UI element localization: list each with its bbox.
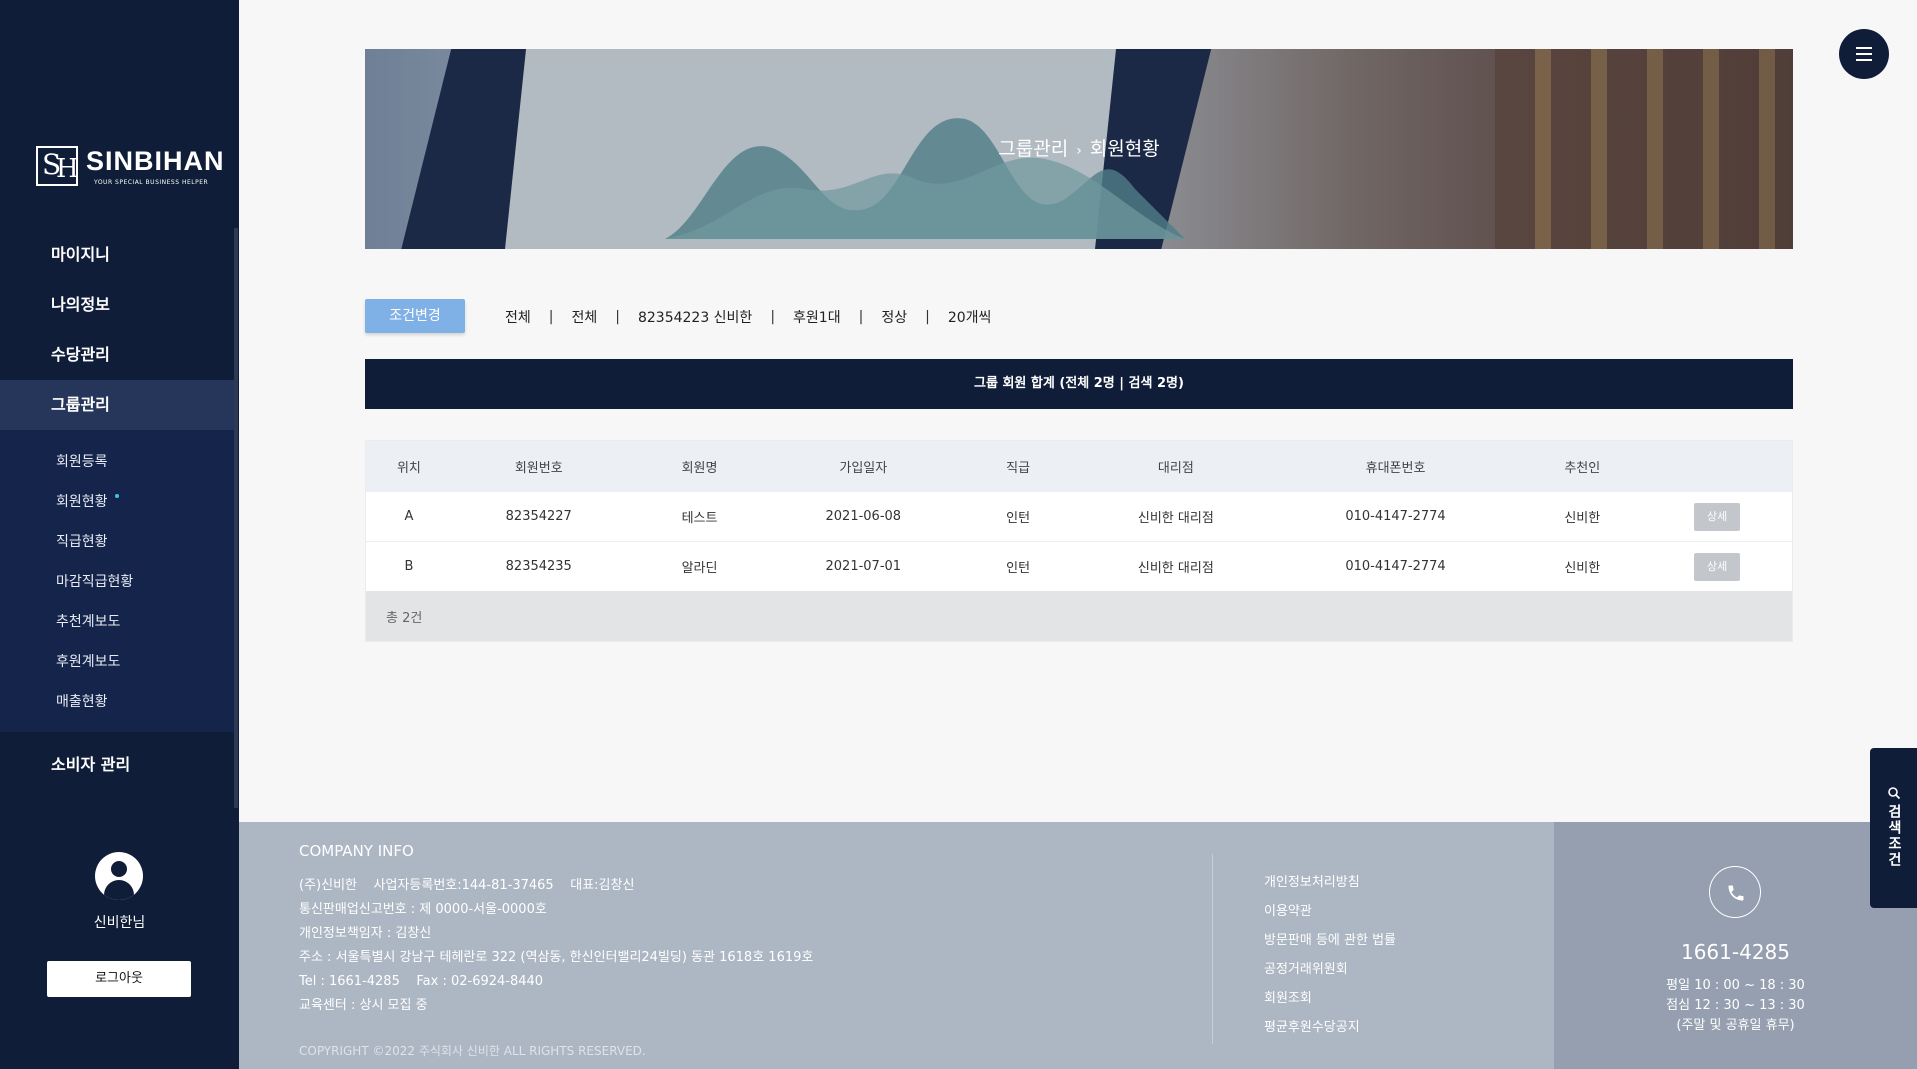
subnav-member-status-label: 회원현황 — [56, 494, 108, 510]
breadcrumb: 그룹관리 › 회원현황 — [365, 49, 1793, 249]
page-banner: 그룹관리 › 회원현황 — [365, 49, 1793, 249]
table-header: 위치 회원번호 회원명 가입일자 직급 대리점 휴대폰번호 추천인 — [366, 441, 1792, 491]
filter-value: 전체 — [571, 310, 598, 326]
column-header: 직급 — [1006, 460, 1031, 476]
group-summary-bar: 그룹 회원 합계 (전체 2명 | 검색 2명) — [365, 359, 1793, 409]
table-cell: 인턴 — [1006, 561, 1031, 576]
footer-link-door-to-door-law[interactable]: 방문판매 등에 관한 법률 — [1264, 926, 1396, 955]
column-header: 휴대폰번호 — [1365, 460, 1426, 476]
column-header: 위치 — [396, 460, 421, 476]
company-info-line: Tel : 1661-4285 Fax : 02-6924-8440 — [299, 974, 544, 989]
brand-tagline: YOUR SPECIAL BUSINESS HELPER — [94, 179, 209, 186]
filter-value: 후원1대 — [793, 310, 841, 326]
table-cell: B — [404, 559, 414, 574]
footer: COMPANY INFO (주)신비한 사업자등록번호:144-81-37465… — [239, 822, 1554, 1069]
sidebar-nav: 마이지니 나의정보 수당관리 그룹관리 회원등록 회원현황 직급현황 마감직급현… — [0, 230, 234, 790]
search-condition-tab[interactable]: 검색조건 — [1870, 748, 1917, 908]
footer-link-terms[interactable]: 이용약관 — [1264, 897, 1396, 926]
subnav-sales-status[interactable]: 매출현황 — [0, 682, 234, 722]
table-cell: 2021-07-01 — [825, 559, 902, 574]
breadcrumb-page: 회원현황 — [1089, 138, 1160, 160]
subnav-member-status[interactable]: 회원현황 — [0, 482, 234, 522]
table-cell: 010-4147-2774 — [1345, 559, 1446, 574]
company-info-line: 교육센터 : 상시 모집 중 — [299, 998, 428, 1013]
sidebar-item-consumer[interactable]: 소비자 관리 — [0, 740, 234, 790]
sidebar-item-group[interactable]: 그룹관리 — [0, 380, 234, 430]
filter-summary: 전체 | 전체 | 82354223 신비한 | 후원1대 | 정상 | 20개씩 — [505, 309, 992, 326]
contact-phone-number: 1661-4285 — [1680, 940, 1790, 964]
user-avatar-icon[interactable] — [95, 852, 143, 900]
contact-hours-line: (주말 및 공휴일 휴무) — [1676, 1018, 1795, 1033]
sidebar-subnav: 회원등록 회원현황 직급현황 마감직급현황 추천계보도 후원계보도 매출현황 — [0, 430, 234, 732]
column-header: 회원번호 — [514, 460, 563, 476]
subnav-member-register[interactable]: 회원등록 — [0, 442, 234, 482]
logo-mark-icon: SH — [36, 146, 79, 186]
subnav-rank-status[interactable]: 직급현황 — [0, 522, 234, 562]
brand-name: SINBIHAN — [86, 146, 225, 176]
table-cell: 신비한 — [1564, 561, 1601, 576]
brand-logo[interactable]: SH SINBIHAN YOUR SPECIAL BUSINESS HELPER — [36, 146, 225, 186]
company-info-line: 주소 : 서울특별시 강남구 테헤란로 322 (역삼동, 한신인터밸리24빌딩… — [299, 950, 814, 965]
sidebar-scrollbar[interactable] — [234, 228, 238, 808]
copyright: COPYRIGHT ©2022 주식회사 신비한 ALL RIGHTS RESE… — [299, 1044, 646, 1058]
table-row: A 82354227 테스트 2021-06-08 인턴 신비한 대리점 010… — [366, 491, 1792, 541]
filter-value: 전체 — [505, 310, 531, 326]
hamburger-menu-icon[interactable] — [1839, 29, 1889, 79]
table-cell: A — [404, 509, 414, 524]
table-cell: 신비한 대리점 — [1137, 561, 1214, 576]
filter-value: 정상 — [881, 310, 908, 326]
column-header: 추천인 — [1564, 460, 1601, 476]
footer-link-member-lookup[interactable]: 회원조회 — [1264, 984, 1396, 1013]
search-icon — [1888, 787, 1901, 800]
table-cell: 010-4147-2774 — [1345, 509, 1446, 524]
contact-hours-line: 평일 10 : 00 ~ 18 : 30 — [1666, 978, 1805, 993]
filter-value: 20개씩 — [947, 310, 992, 326]
table-cell: 2021-06-08 — [825, 509, 902, 524]
contact-hours-line: 점심 12 : 30 ~ 13 : 30 — [1666, 998, 1805, 1013]
table-cell: 테스트 — [681, 511, 718, 526]
active-dot-icon — [115, 494, 119, 498]
footer-link-allowance-notice[interactable]: 평균후원수당공지 — [1264, 1013, 1396, 1042]
change-condition-button[interactable]: 조건변경 — [365, 299, 465, 333]
company-info-line: 개인정보책임자 : 김창신 — [299, 926, 432, 941]
phone-icon — [1709, 866, 1761, 918]
table-cell: 신비한 — [1564, 511, 1601, 526]
subnav-referral-tree[interactable]: 추천계보도 — [0, 602, 234, 642]
footer-title: COMPANY INFO — [299, 842, 414, 860]
sidebar-item-my-info[interactable]: 나의정보 — [0, 280, 234, 330]
company-info-line: (주)신비한 사업자등록번호:144-81-37465 대표:김창신 — [299, 878, 635, 893]
footer-link-ftc[interactable]: 공정거래위원회 — [1264, 955, 1396, 984]
table-cell: 신비한 대리점 — [1137, 511, 1214, 526]
table-cell: 인턴 — [1006, 511, 1031, 526]
footer-divider — [1212, 854, 1213, 1044]
sidebar-item-myjini[interactable]: 마이지니 — [0, 230, 234, 280]
footer-links: 개인정보처리방침 이용약관 방문판매 등에 관한 법률 공정거래위원회 회원조회… — [1264, 868, 1396, 1042]
table-cell: 82354235 — [505, 559, 572, 574]
contact-hours: 평일 10 : 00 ~ 18 : 30 점심 12 : 30 ~ 13 : 3… — [1554, 976, 1917, 1036]
breadcrumb-section[interactable]: 그룹관리 — [998, 138, 1068, 160]
column-header: 대리점 — [1157, 460, 1194, 476]
column-header: 가입일자 — [839, 460, 888, 476]
logout-button[interactable]: 로그아웃 — [47, 961, 191, 997]
table-row: B 82354235 알라딘 2021-07-01 인턴 신비한 대리점 010… — [366, 541, 1792, 591]
detail-button[interactable]: 상세 — [1694, 502, 1741, 531]
company-info-line: 통신판매업신고번호 : 제 0000-서울-0000호 — [299, 902, 547, 917]
member-table: 위치 회원번호 회원명 가입일자 직급 대리점 휴대폰번호 추천인 A 8235… — [365, 440, 1793, 642]
footer-link-privacy[interactable]: 개인정보처리방침 — [1264, 868, 1396, 897]
table-total: 총 2건 — [366, 591, 1792, 641]
contact-panel: 1661-4285 평일 10 : 00 ~ 18 : 30 점심 12 : 3… — [1554, 822, 1917, 1069]
subnav-sponsor-tree[interactable]: 후원계보도 — [0, 642, 234, 682]
sidebar: SH SINBIHAN YOUR SPECIAL BUSINESS HELPER… — [0, 0, 239, 1069]
detail-button[interactable]: 상세 — [1694, 552, 1741, 581]
user-name: 신비한님 — [93, 915, 146, 931]
sidebar-item-allowance[interactable]: 수당관리 — [0, 330, 234, 380]
table-cell: 82354227 — [505, 509, 572, 524]
column-header: 회원명 — [681, 460, 718, 476]
company-info: (주)신비한 사업자등록번호:144-81-37465 대표:김창신 통신판매업… — [299, 874, 813, 1018]
chevron-right-icon: › — [1076, 143, 1082, 159]
search-condition-label: 검색조건 — [1886, 804, 1902, 868]
table-cell: 알라딘 — [681, 561, 718, 576]
filter-value: 82354223 신비한 — [637, 310, 753, 326]
subnav-closing-rank[interactable]: 마감직급현황 — [0, 562, 234, 602]
